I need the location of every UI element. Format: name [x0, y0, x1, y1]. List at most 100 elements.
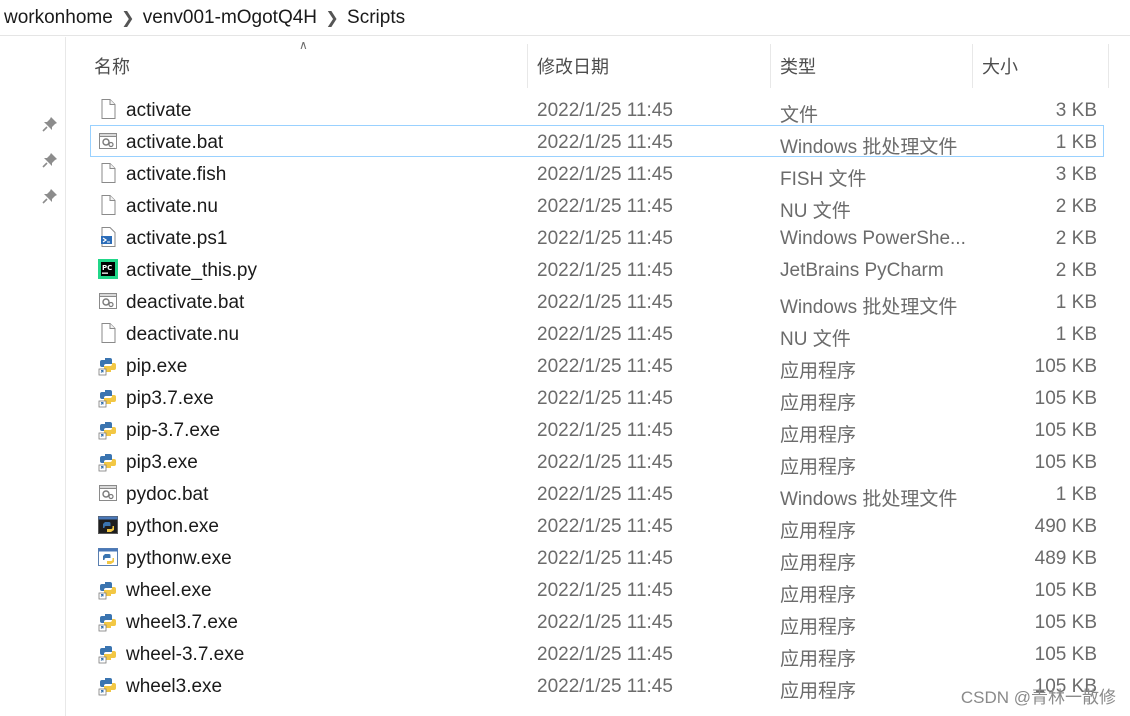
file-date-modified: 2022/1/25 11:45: [537, 324, 673, 345]
pin-icon[interactable]: [40, 114, 60, 134]
file-name: wheel3.7.exe: [126, 612, 238, 633]
chevron-right-icon[interactable]: ❯: [319, 8, 345, 28]
file-name: activate.fish: [126, 164, 227, 185]
file-name: python.exe: [126, 516, 219, 537]
file-type: 应用程序: [780, 585, 857, 606]
breadcrumb-item-workonhome[interactable]: workonhome: [2, 7, 115, 29]
file-date-modified: 2022/1/25 11:45: [537, 452, 673, 473]
file-date-modified: 2022/1/25 11:45: [537, 484, 673, 505]
python-exe-icon: [97, 674, 119, 696]
file-size: 105 KB: [1034, 388, 1097, 409]
column-header-name[interactable]: 名称: [94, 52, 130, 80]
file-name: pythonw.exe: [126, 548, 232, 569]
column-header-date[interactable]: 修改日期: [537, 52, 609, 80]
file-name: activate_this.py: [126, 260, 257, 281]
file-date-modified: 2022/1/25 11:45: [537, 260, 673, 281]
file-date-modified: 2022/1/25 11:45: [537, 644, 673, 665]
pin-icon[interactable]: [40, 186, 60, 206]
file-row[interactable]: deactivate.bat 2022/1/25 11:45 Windows 批处理…: [90, 285, 1104, 318]
file-row[interactable]: wheel3.exe 2022/1/25 11:45 应用程序 105 KB: [90, 669, 1104, 702]
file-row[interactable]: activate 2022/1/25 11:45 文件 3 KB: [90, 93, 1104, 126]
file-date-modified: 2022/1/25 11:45: [537, 388, 673, 409]
column-divider[interactable]: [972, 44, 973, 88]
file-row[interactable]: python.exe 2022/1/25 11:45 应用程序 490 KB: [90, 509, 1104, 542]
file-name: wheel-3.7.exe: [126, 644, 245, 665]
python-exe-icon: [97, 354, 119, 376]
file-row[interactable]: wheel3.7.exe 2022/1/25 11:45 应用程序 105 KB: [90, 605, 1104, 638]
file-size: 1 KB: [1055, 292, 1097, 313]
file-name: activate: [126, 100, 192, 121]
file-name: pip3.7.exe: [126, 388, 214, 409]
file-row[interactable]: deactivate.nu 2022/1/25 11:45 NU 文件 1 KB: [90, 317, 1104, 350]
file-type: 应用程序: [780, 393, 857, 414]
window-app-icon: [97, 546, 119, 568]
column-header-size[interactable]: 大小: [982, 52, 1018, 80]
watermark: CSDN @青林一散修: [960, 688, 1116, 707]
python-exe-icon: [97, 578, 119, 600]
file-row[interactable]: wheel-3.7.exe 2022/1/25 11:45 应用程序 105 KB: [90, 637, 1104, 670]
file-date-modified: 2022/1/25 11:45: [537, 356, 673, 377]
file-row[interactable]: activate.fish 2022/1/25 11:45 FISH 文件 3 KB: [90, 157, 1104, 190]
file-name: pip-3.7.exe: [126, 420, 221, 441]
file-type: NU 文件: [780, 201, 851, 222]
file-type: 应用程序: [780, 681, 857, 702]
file-date-modified: 2022/1/25 11:45: [537, 132, 673, 153]
chevron-right-icon[interactable]: ❯: [115, 8, 141, 28]
file-type: Windows 批处理文件: [780, 297, 958, 318]
file-type: 应用程序: [780, 361, 857, 382]
file-type: JetBrains PyCharm: [780, 260, 944, 281]
file-date-modified: 2022/1/25 11:45: [537, 164, 673, 185]
file-type: NU 文件: [780, 329, 851, 350]
file-size: 3 KB: [1055, 164, 1097, 185]
file-icon: [97, 322, 119, 344]
file-size: 105 KB: [1034, 356, 1097, 377]
breadcrumb-item-scripts[interactable]: Scripts: [345, 7, 407, 29]
file-date-modified: 2022/1/25 11:45: [537, 612, 673, 633]
pycharm-icon: PC: [97, 258, 119, 280]
file-row[interactable]: wheel.exe 2022/1/25 11:45 应用程序 105 KB: [90, 573, 1104, 606]
file-name: deactivate.nu: [126, 324, 240, 345]
column-divider[interactable]: [1108, 44, 1109, 88]
file-row[interactable]: pythonw.exe 2022/1/25 11:45 应用程序 489 KB: [90, 541, 1104, 574]
file-row[interactable]: pip3.exe 2022/1/25 11:45 应用程序 105 KB: [90, 445, 1104, 478]
file-size: 3 KB: [1055, 100, 1097, 121]
file-date-modified: 2022/1/25 11:45: [537, 676, 673, 697]
file-row[interactable]: activate.nu 2022/1/25 11:45 NU 文件 2 KB: [90, 189, 1104, 222]
file-name: activate.nu: [126, 196, 218, 217]
pin-icon[interactable]: [40, 150, 60, 170]
column-header: ∧ 名称 修改日期 类型 大小: [66, 38, 1130, 88]
file-row[interactable]: pydoc.bat 2022/1/25 11:45 Windows 批处理文件 1 K…: [90, 477, 1104, 510]
file-icon: [97, 98, 119, 120]
column-divider[interactable]: [770, 44, 771, 88]
file-size: 1 KB: [1055, 324, 1097, 345]
sort-ascending-icon[interactable]: ∧: [299, 38, 308, 52]
file-name: deactivate.bat: [126, 292, 245, 313]
file-date-modified: 2022/1/25 11:45: [537, 100, 673, 121]
breadcrumb: workonhome ❯ venv001-mOgotQ4H ❯ Scripts: [0, 0, 1130, 36]
file-type: Windows 批处理文件: [780, 137, 958, 158]
file-size: 105 KB: [1034, 612, 1097, 633]
file-size: 105 KB: [1034, 580, 1097, 601]
file-row[interactable]: pip-3.7.exe 2022/1/25 11:45 应用程序 105 KB: [90, 413, 1104, 446]
column-divider[interactable]: [527, 44, 528, 88]
file-row[interactable]: pip3.7.exe 2022/1/25 11:45 应用程序 105 KB: [90, 381, 1104, 414]
file-row[interactable]: activate.ps1 2022/1/25 11:45 Windows Power…: [90, 221, 1104, 253]
file-date-modified: 2022/1/25 11:45: [537, 292, 673, 313]
file-row[interactable]: pip.exe 2022/1/25 11:45 应用程序 105 KB: [90, 349, 1104, 382]
file-type: 应用程序: [780, 457, 857, 478]
file-row[interactable]: PC activate_this.py 2022/1/25 11:45 JetBrai…: [90, 253, 1104, 285]
file-type: 应用程序: [780, 425, 857, 446]
file-type: FISH 文件: [780, 169, 867, 190]
file-size: 1 KB: [1055, 484, 1097, 505]
breadcrumb-item-venv[interactable]: venv001-mOgotQ4H: [141, 7, 319, 29]
file-size: 105 KB: [1034, 420, 1097, 441]
file-date-modified: 2022/1/25 11:45: [537, 228, 673, 249]
file-list: activate 2022/1/25 11:45 文件 3 KB activate.ba…: [90, 93, 1104, 702]
powershell-script-icon: [97, 226, 119, 248]
file-name: pip3.exe: [126, 452, 198, 473]
file-row[interactable]: activate.bat 2022/1/25 11:45 Windows 批处理文件…: [90, 125, 1104, 158]
python-exe-icon: [97, 386, 119, 408]
file-size: 489 KB: [1034, 548, 1097, 569]
file-size: 2 KB: [1055, 228, 1097, 249]
column-header-type[interactable]: 类型: [780, 52, 816, 80]
